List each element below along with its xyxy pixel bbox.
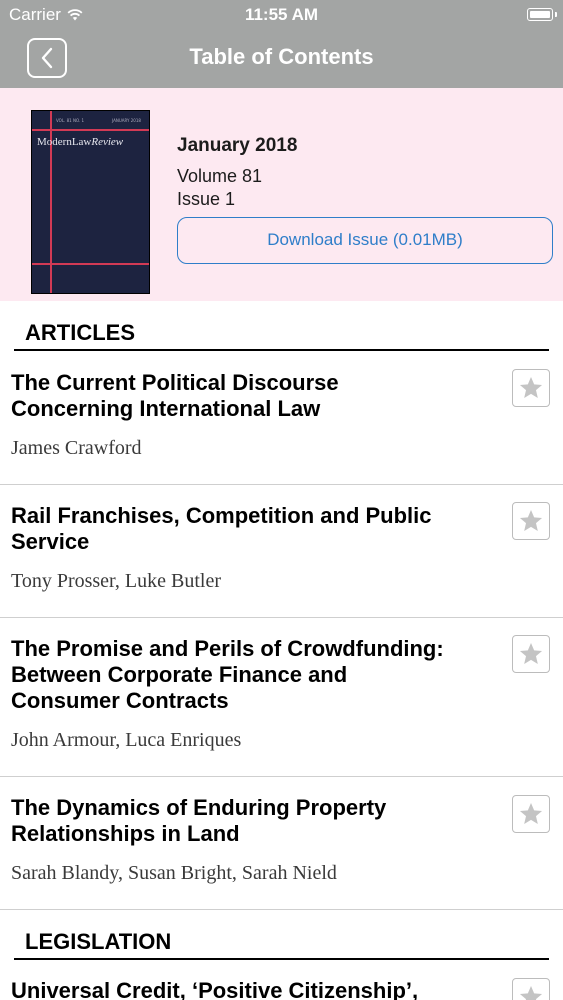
article-item[interactable]: The Promise and Perils of Crowdfunding: … <box>0 618 563 776</box>
favorite-button[interactable] <box>512 369 550 407</box>
favorite-button[interactable] <box>512 635 550 673</box>
status-time: 11:55 AM <box>244 5 319 24</box>
star-icon <box>519 376 543 398</box>
article-authors: James Crawford <box>11 437 142 459</box>
article-item[interactable]: The Dynamics of Enduring Property Relati… <box>0 777 563 909</box>
section-heading-legislation: LEGISLATION <box>25 929 172 954</box>
article-title: Universal Credit, ‘Positive Citizenship’… <box>11 978 419 1000</box>
cover-meta-left: VOL. 81 NO. 1 <box>56 118 85 123</box>
issue-header: VOL. 81 NO. 1 JANUARY 2018 ModernLawRevi… <box>0 88 563 301</box>
star-icon <box>519 642 543 664</box>
article-item[interactable]: Rail Franchises, Competition and Public … <box>0 485 563 617</box>
article-title: The Promise and Perils of Crowdfunding: … <box>11 636 444 713</box>
section-rule <box>14 349 549 351</box>
favorite-button[interactable] <box>512 795 550 833</box>
favorite-button[interactable] <box>512 502 550 540</box>
article-authors: Tony Prosser, Luke Butler <box>11 570 221 592</box>
divider <box>0 909 563 910</box>
cover-meta-right: JANUARY 2018 <box>112 118 141 123</box>
star-icon <box>519 985 543 1000</box>
download-issue-button[interactable]: Download Issue (0.01MB) <box>177 217 553 264</box>
star-icon <box>519 509 543 531</box>
section-heading-articles: ARTICLES <box>25 320 135 345</box>
favorite-button[interactable] <box>512 978 550 1000</box>
issue-date: January 2018 <box>177 135 298 156</box>
article-item[interactable]: Universal Credit, ‘Positive Citizenship’… <box>0 970 563 1000</box>
article-title: The Dynamics of Enduring Property Relati… <box>11 795 387 846</box>
issue-number: Issue 1 <box>177 189 236 209</box>
article-authors: John Armour, Luca Enriques <box>11 729 242 751</box>
nav-bar: Table of Contents <box>0 30 563 88</box>
issue-cover-image[interactable]: VOL. 81 NO. 1 JANUARY 2018 ModernLawRevi… <box>31 110 150 294</box>
star-icon <box>519 802 543 824</box>
cover-title: ModernLawReview <box>37 136 124 148</box>
article-title: Rail Franchises, Competition and Public … <box>11 503 432 554</box>
page-title: Table of Contents <box>189 44 374 69</box>
article-item[interactable]: The Current Political Discourse Concerni… <box>0 360 563 484</box>
article-authors: Sarah Blandy, Susan Bright, Sarah Nield <box>11 862 337 884</box>
issue-volume: Volume 81 <box>177 166 263 186</box>
status-bar: Carrier 11:55 AM <box>0 0 563 30</box>
section-rule <box>14 958 549 960</box>
article-title: The Current Political Discourse Concerni… <box>11 370 339 421</box>
battery-icon <box>527 8 557 21</box>
